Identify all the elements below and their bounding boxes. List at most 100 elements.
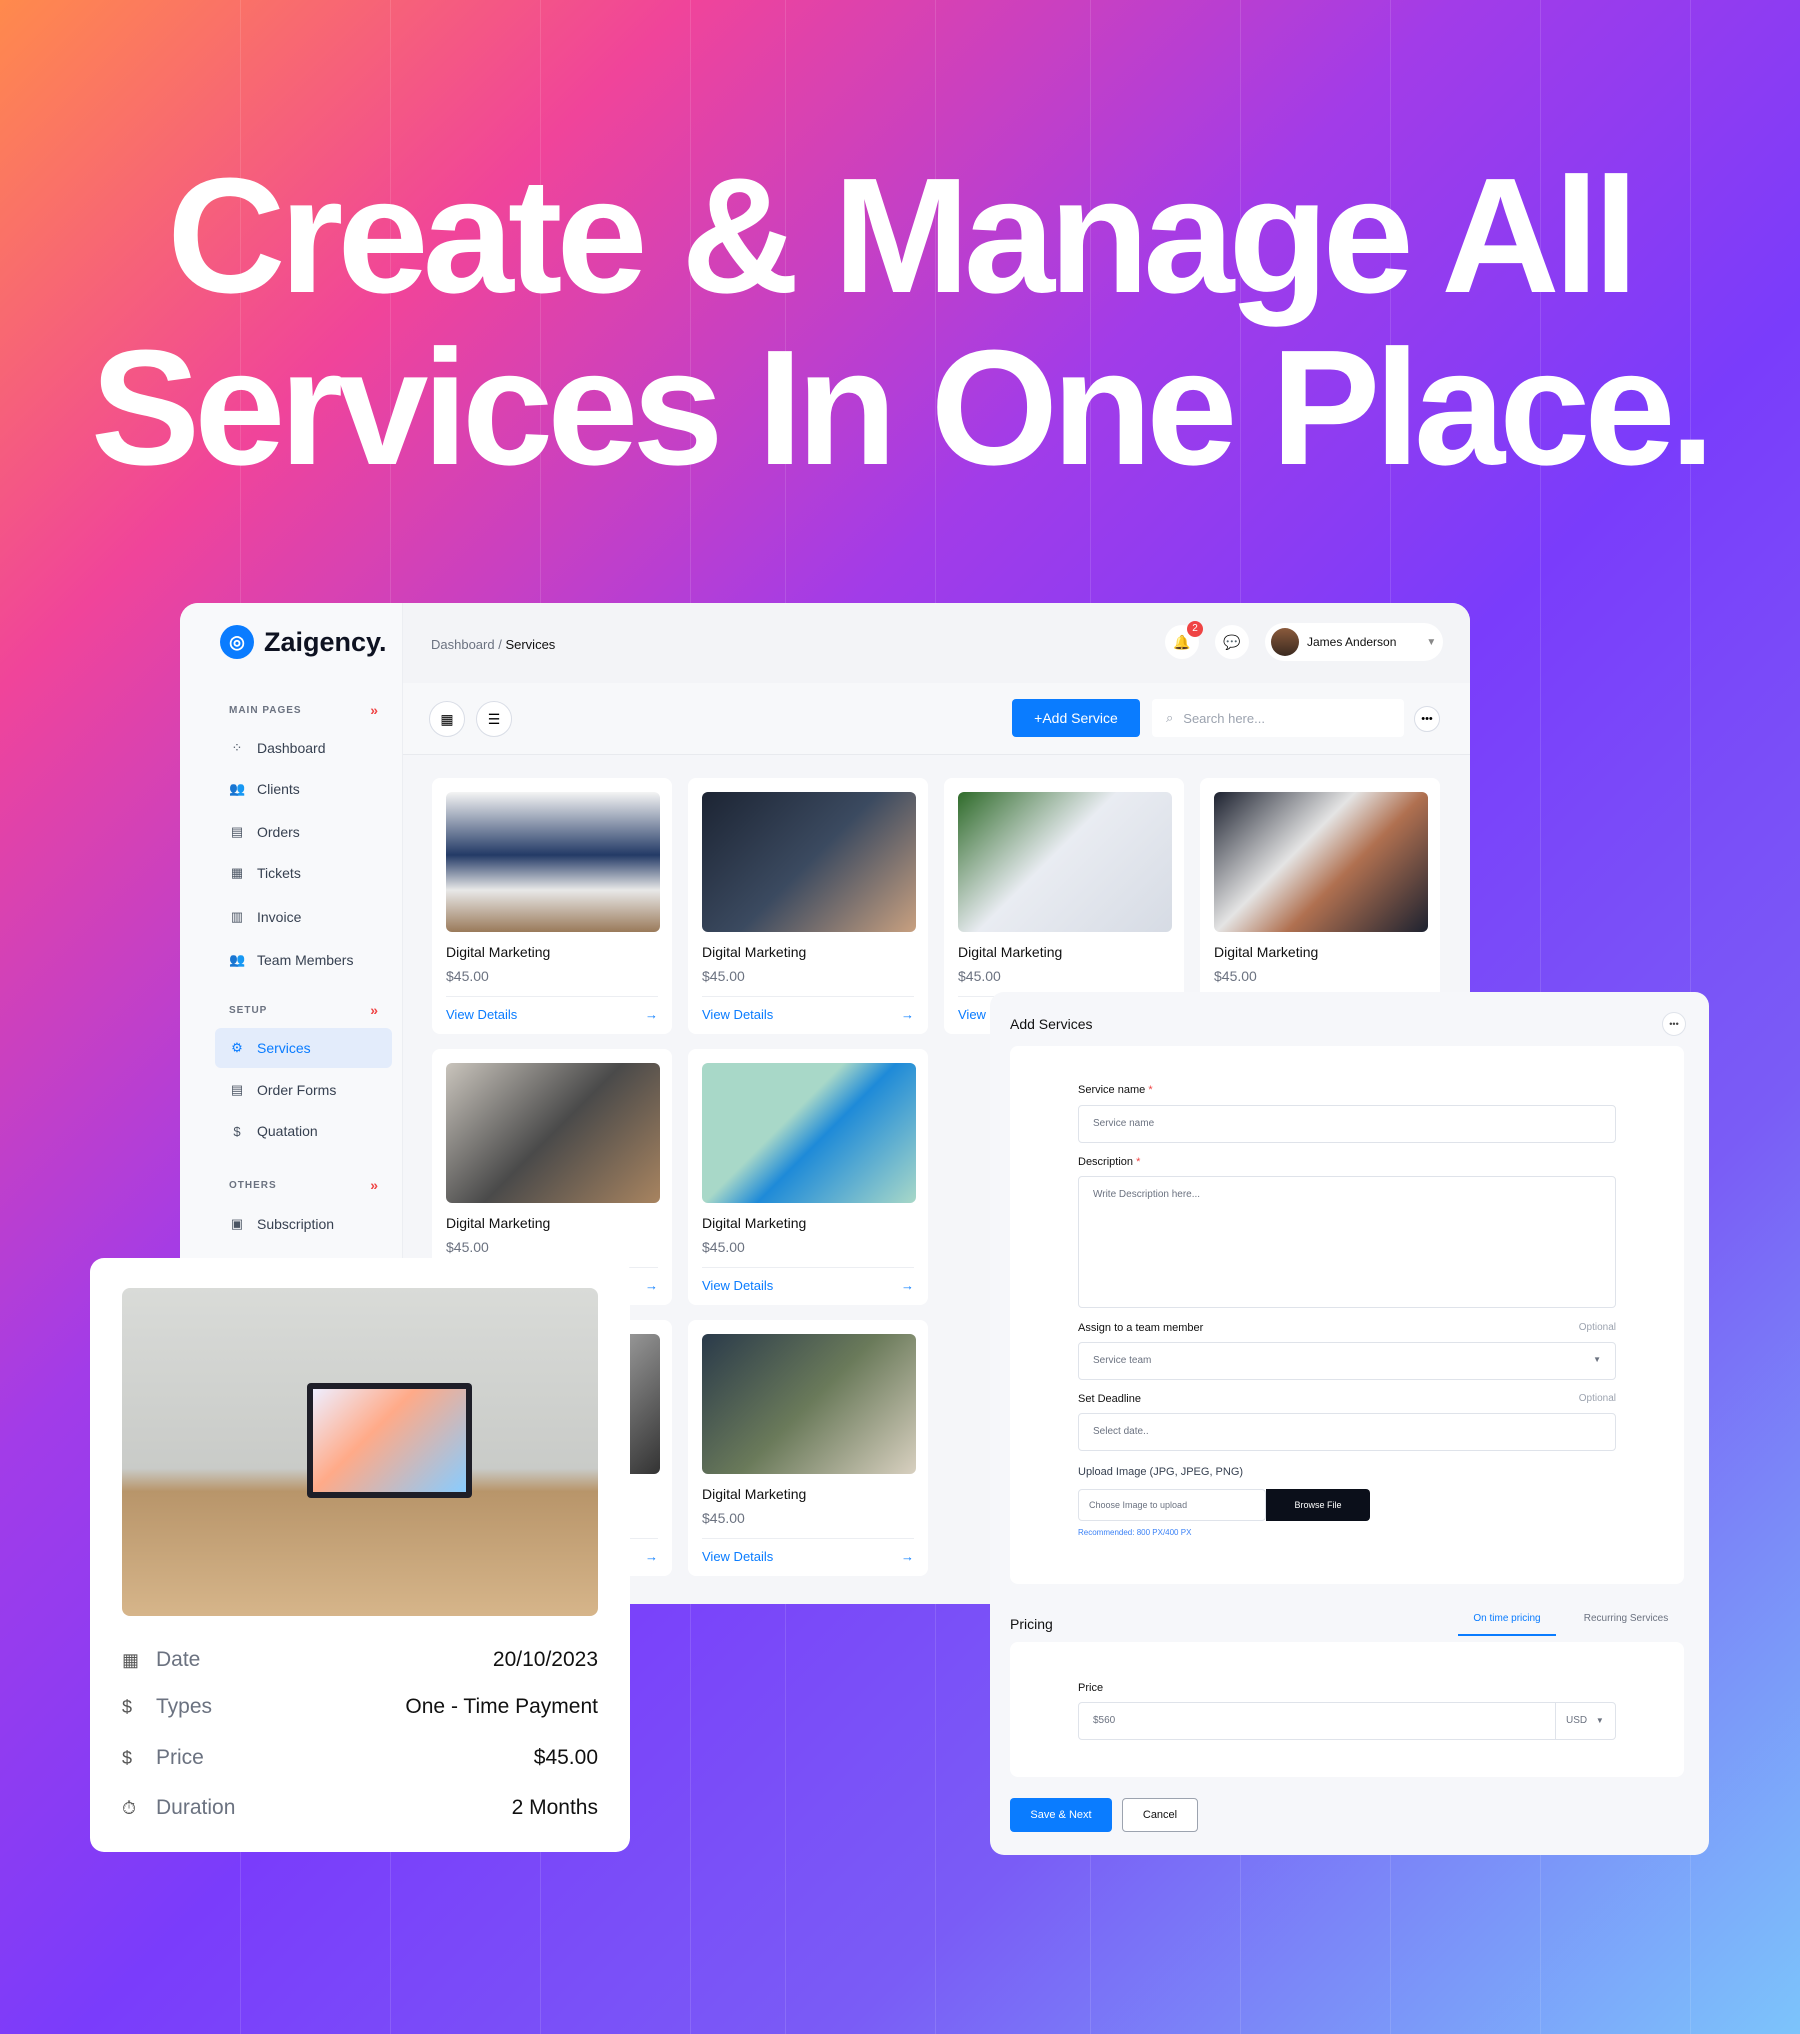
dollar-circle-icon: $ <box>122 1747 133 1768</box>
search-input[interactable]: ⌕ Search here... <box>1152 699 1404 737</box>
sidebar-item-team-members[interactable]: 👥 Team Members <box>215 940 392 980</box>
assign-label: Assign to a team member <box>1078 1322 1204 1334</box>
view-details-link[interactable]: View Details→ <box>702 1267 914 1293</box>
price-label: Price <box>1078 1682 1104 1694</box>
logo[interactable]: ◎ Zaigency. <box>220 625 387 659</box>
sidebar-item-order-forms[interactable]: ▤ Order Forms <box>215 1070 392 1110</box>
view-details-link[interactable]: View Details→ <box>702 996 914 1022</box>
service-form: Service name * Service name Description … <box>1010 1046 1684 1584</box>
sidebar-item-invoice[interactable]: ▥ Invoice <box>215 897 392 937</box>
toolbar: ▦ ☰ +Add Service ⌕ Search here... ••• <box>403 683 1470 755</box>
browse-file-button[interactable]: Browse File <box>1266 1489 1370 1521</box>
recommended-hint: Recommended: 800 PX/400 PX <box>1078 1528 1192 1537</box>
logo-icon: ◎ <box>220 625 254 659</box>
service-image <box>122 1288 598 1616</box>
hero-line-1: Create & Manage All <box>167 144 1639 327</box>
grid-dots-icon: ⁘ <box>231 740 243 755</box>
deadline-input[interactable]: Select date.. <box>1078 1413 1616 1451</box>
service-card-price: $45.00 <box>1214 968 1257 984</box>
service-card-price: $45.00 <box>446 968 489 984</box>
notification-badge: 2 <box>1187 621 1203 637</box>
service-team-select[interactable]: Service team ▼ <box>1078 1342 1616 1380</box>
service-card: Digital Marketing $45.00 View Details→ <box>688 1049 928 1305</box>
service-card-title: Digital Marketing <box>1214 944 1319 960</box>
dollar-icon: $ <box>233 1123 241 1139</box>
box-icon: ▣ <box>230 1216 244 1231</box>
arrow-right-icon: → <box>645 1549 658 1564</box>
panel-title: Add Services <box>1010 1016 1093 1032</box>
arrow-right-icon: → <box>901 1549 914 1564</box>
arrow-right-icon: → <box>645 1278 658 1293</box>
section-setup: SETUP» <box>229 1002 379 1018</box>
service-name-input[interactable]: Service name <box>1078 1105 1616 1143</box>
service-card-image <box>702 1334 916 1474</box>
tab-one-time-pricing[interactable]: On time pricing <box>1458 1601 1556 1636</box>
view-details-link[interactable]: View Details→ <box>702 1538 914 1564</box>
sidebar-item-clients[interactable]: 👥 Clients <box>215 769 392 809</box>
currency-select[interactable]: USD ▼ <box>1555 1703 1615 1739</box>
breadcrumb-current: Services <box>505 637 556 652</box>
sidebar-item-services[interactable]: ⚙ Services <box>215 1028 392 1068</box>
pricing-title: Pricing <box>1010 1616 1053 1632</box>
chat-icon: 💬 <box>1223 633 1241 650</box>
service-card-price: $45.00 <box>702 968 745 984</box>
view-details-link[interactable]: View Details→ <box>446 996 658 1022</box>
description-textarea[interactable]: Write Description here... <box>1078 1176 1616 1308</box>
calendar-icon: ▦ <box>122 1649 140 1670</box>
search-icon: ⌕ <box>1166 710 1174 725</box>
section-others: OTHERS» <box>229 1177 379 1193</box>
messages-button[interactable]: 💬 <box>1215 625 1249 659</box>
service-card-title: Digital Marketing <box>446 944 551 960</box>
service-card-title: Digital Marketing <box>446 1215 551 1231</box>
tab-recurring-services[interactable]: Recurring Services <box>1568 1601 1684 1636</box>
upload-input[interactable]: Choose Image to upload <box>1078 1489 1266 1521</box>
collapse-icon[interactable]: » <box>370 1002 379 1018</box>
hero-headline: Create & Manage All Services In One Plac… <box>0 150 1800 494</box>
sidebar-item-subscription[interactable]: ▣ Subscription <box>215 1204 392 1244</box>
detail-row-price: $ Price $45.00 <box>122 1746 598 1769</box>
service-detail-card: ▦ Date 20/10/2023 $ Types One - Time Payment… <box>90 1258 630 1852</box>
detail-row-duration: ⏱ Duration 2 Months <box>122 1796 598 1819</box>
save-next-button[interactable]: Save & Next <box>1010 1798 1112 1832</box>
user-menu[interactable]: James Anderson ▼ <box>1265 623 1443 661</box>
sidebar-item-tickets[interactable]: ▦ Tickets <box>215 853 392 893</box>
chevron-down-icon: ▼ <box>1426 636 1437 648</box>
notification-button[interactable]: 🔔 2 <box>1165 621 1203 659</box>
service-card: Digital Marketing $45.00 View Details→ <box>688 778 928 1034</box>
detail-row-date: ▦ Date 20/10/2023 <box>122 1648 598 1671</box>
clipboard-icon: ▥ <box>230 909 244 924</box>
add-services-panel: Add Services ••• Service name * Service … <box>990 992 1709 1855</box>
section-main-pages: MAIN PAGES» <box>229 702 379 718</box>
optional-label: Optional <box>1578 1393 1616 1404</box>
cancel-button[interactable]: Cancel <box>1122 1798 1198 1832</box>
service-card-image <box>1214 792 1428 932</box>
deadline-label: Set Deadline <box>1078 1393 1141 1405</box>
service-card-image <box>446 792 660 932</box>
panel-more-button[interactable]: ••• <box>1662 1012 1686 1036</box>
breadcrumb-dashboard[interactable]: Dashboard <box>431 637 495 652</box>
sidebar-item-dashboard[interactable]: ⁘ Dashboard <box>215 728 392 768</box>
service-card: Digital Marketing $45.00 View Details→ <box>688 1320 928 1576</box>
gear-icon: ⚙ <box>231 1040 243 1055</box>
list-view-button[interactable]: ☰ <box>476 701 512 737</box>
table-icon: ▤ <box>230 1082 244 1097</box>
service-card-image <box>446 1063 660 1203</box>
team-icon: 👥 <box>229 952 246 967</box>
sidebar-item-orders[interactable]: ▤ Orders <box>215 812 392 852</box>
collapse-icon[interactable]: » <box>370 702 379 718</box>
more-options-button[interactable]: ••• <box>1414 706 1440 732</box>
list-icon: ☰ <box>487 710 501 727</box>
top-header: Dashboard / Services 🔔 2 💬 James Anderson… <box>403 603 1470 683</box>
collapse-icon[interactable]: » <box>370 1177 379 1193</box>
hero-line-2: Services In One Place. <box>90 316 1715 499</box>
description-label: Description * <box>1078 1156 1141 1168</box>
ticket-icon: ▦ <box>230 865 244 880</box>
sidebar-item-quatation[interactable]: $ Quatation <box>215 1111 392 1151</box>
add-service-button[interactable]: +Add Service <box>1012 699 1140 737</box>
price-input[interactable]: $560 <box>1078 1702 1616 1740</box>
arrow-right-icon: → <box>645 1007 658 1022</box>
service-card-title: Digital Marketing <box>702 1486 807 1502</box>
service-card-title: Digital Marketing <box>958 944 1063 960</box>
grid-view-button[interactable]: ▦ <box>429 701 465 737</box>
brand-name: Zaigency. <box>264 626 387 657</box>
